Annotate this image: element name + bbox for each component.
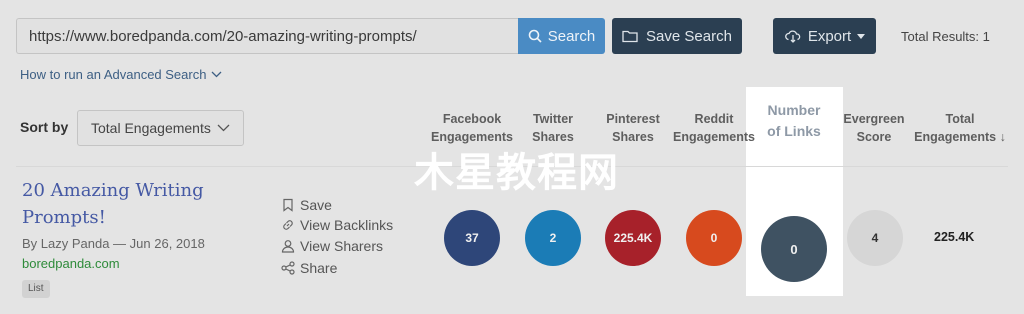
column-header-facebook-line1: Facebook (442, 112, 502, 126)
chevron-down-icon (217, 124, 230, 132)
column-header-twitter-line1: Twitter (532, 112, 574, 126)
view-sharers-label: View Sharers (300, 238, 384, 254)
column-header-links-line2: of Links (767, 123, 821, 139)
twitter-shares-bubble: 2 (525, 210, 581, 266)
sort-selected-value: Total Engagements (91, 120, 211, 136)
link-icon (283, 220, 293, 230)
cloud-download-icon (784, 30, 801, 43)
column-header-total-line2: Engagements ↓ (914, 130, 1006, 144)
column-header-evergreen[interactable]: Evergreen Score (840, 110, 908, 146)
search-button-label: Search (547, 27, 596, 45)
save-action-label: Save (300, 197, 332, 213)
article-domain-link[interactable]: boredpanda.com (22, 256, 120, 271)
total-engagements-value: 225.4K (934, 230, 975, 244)
view-backlinks-action[interactable]: View Backlinks (281, 217, 393, 233)
column-header-pinterest-line1: Pinterest (606, 112, 660, 126)
folder-icon (622, 30, 638, 43)
export-button[interactable]: Export (773, 18, 876, 54)
chevron-down-icon (211, 71, 222, 78)
export-label: Export (807, 27, 852, 45)
column-header-reddit[interactable]: Reddit Engagements (672, 110, 756, 146)
column-header-evergreen-line1: Evergreen (843, 112, 905, 126)
total-results: Total Results: 1 (901, 29, 990, 44)
share-action-label: Share (300, 260, 338, 276)
article-title-link[interactable]: 20 Amazing Writing Prompts! (22, 177, 242, 231)
column-header-number-of-links[interactable]: Number of Links (752, 100, 836, 142)
bookmark-icon (283, 198, 293, 212)
advanced-search-label: How to run an Advanced Search (20, 67, 207, 82)
evergreen-score-bubble: 4 (847, 210, 903, 266)
column-header-reddit-line1: Reddit (694, 112, 734, 126)
save-search-label: Save Search (646, 27, 732, 45)
content-type-tag: List (22, 280, 50, 298)
column-header-total-engagements[interactable]: Total Engagements ↓ (910, 110, 1010, 146)
share-icon (281, 261, 295, 275)
user-icon (281, 240, 295, 253)
watermark: 木星教程网 (414, 150, 619, 196)
sort-select[interactable]: Total Engagements (77, 110, 244, 146)
column-header-total-line1: Total (945, 112, 975, 126)
article-byline: By Lazy Panda — Jun 26, 2018 (22, 236, 205, 251)
search-icon (528, 29, 542, 43)
url-search-input[interactable] (16, 18, 518, 54)
column-header-reddit-line2: Engagements (673, 130, 755, 144)
view-backlinks-label: View Backlinks (300, 217, 394, 233)
pinterest-shares-bubble: 225.4K (605, 210, 661, 266)
save-search-button[interactable]: Save Search (612, 18, 742, 54)
share-action[interactable]: Share (281, 260, 337, 276)
facebook-engagements-bubble: 37 (444, 210, 500, 266)
sort-label: Sort by (20, 119, 69, 135)
search-button[interactable]: Search (518, 18, 605, 54)
reddit-engagements-bubble: 0 (686, 210, 742, 266)
column-header-evergreen-line2: Score (856, 130, 892, 144)
column-header-links-line1: Number (767, 102, 821, 118)
number-of-links-bubble: 0 (761, 216, 827, 282)
save-action[interactable]: Save (281, 197, 332, 213)
advanced-search-link[interactable]: How to run an Advanced Search (20, 67, 222, 82)
caret-down-icon (857, 33, 866, 39)
view-sharers-action[interactable]: View Sharers (281, 238, 383, 254)
